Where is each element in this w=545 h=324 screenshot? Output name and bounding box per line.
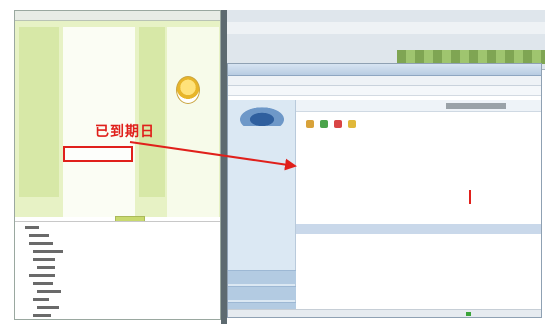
background-browser-toolbar [227, 22, 545, 34]
main-search-bar[interactable] [446, 103, 506, 109]
left-window: 已到期日 [14, 10, 221, 320]
browser-menubar [228, 76, 541, 86]
tree-item[interactable] [33, 250, 63, 253]
main-toolbar-icons [306, 120, 356, 128]
browser-statusbar [228, 309, 541, 317]
status-ok-icon [466, 312, 471, 316]
tree-item[interactable] [33, 298, 49, 301]
folder-icon[interactable] [306, 120, 314, 128]
browser-sidebar [228, 100, 296, 317]
tree-item[interactable] [29, 234, 49, 237]
tree-item[interactable] [37, 290, 61, 293]
tree-item[interactable] [33, 282, 53, 285]
tree-item[interactable] [33, 258, 55, 261]
left-window-titlebar[interactable] [15, 11, 220, 21]
lightbulb-face-icon [176, 76, 200, 104]
background-browser-window [227, 10, 545, 70]
add-icon[interactable] [320, 120, 328, 128]
left-tree-list [15, 221, 220, 319]
brand-logo-icon [234, 104, 290, 126]
browser-main-content [296, 100, 541, 317]
tree-item[interactable] [29, 274, 55, 277]
table-row-header [296, 224, 541, 234]
left-info-column [167, 27, 219, 217]
browser-titlebar[interactable] [228, 64, 541, 76]
sidebar-section[interactable] [228, 270, 296, 284]
tree-item[interactable] [25, 226, 39, 229]
sidebar-section[interactable] [228, 286, 296, 300]
tree-item[interactable] [37, 306, 59, 309]
tree-item[interactable] [33, 314, 51, 317]
expiry-annotation: 已到期日 [95, 124, 155, 140]
left-label-column-2 [139, 27, 165, 197]
main-header-bar [296, 100, 541, 112]
tree-item[interactable] [29, 242, 53, 245]
left-label-column [19, 27, 59, 197]
star-icon[interactable] [348, 120, 356, 128]
expiry-date-highlight[interactable] [63, 146, 133, 162]
browser-toolbar [228, 86, 541, 96]
tree-item[interactable] [37, 266, 55, 269]
delete-icon[interactable] [334, 120, 342, 128]
left-window-content: 已到期日 [15, 21, 220, 224]
foreground-browser-window [227, 63, 542, 318]
target-field-marker [469, 190, 471, 204]
background-browser-tabs[interactable] [397, 50, 545, 64]
